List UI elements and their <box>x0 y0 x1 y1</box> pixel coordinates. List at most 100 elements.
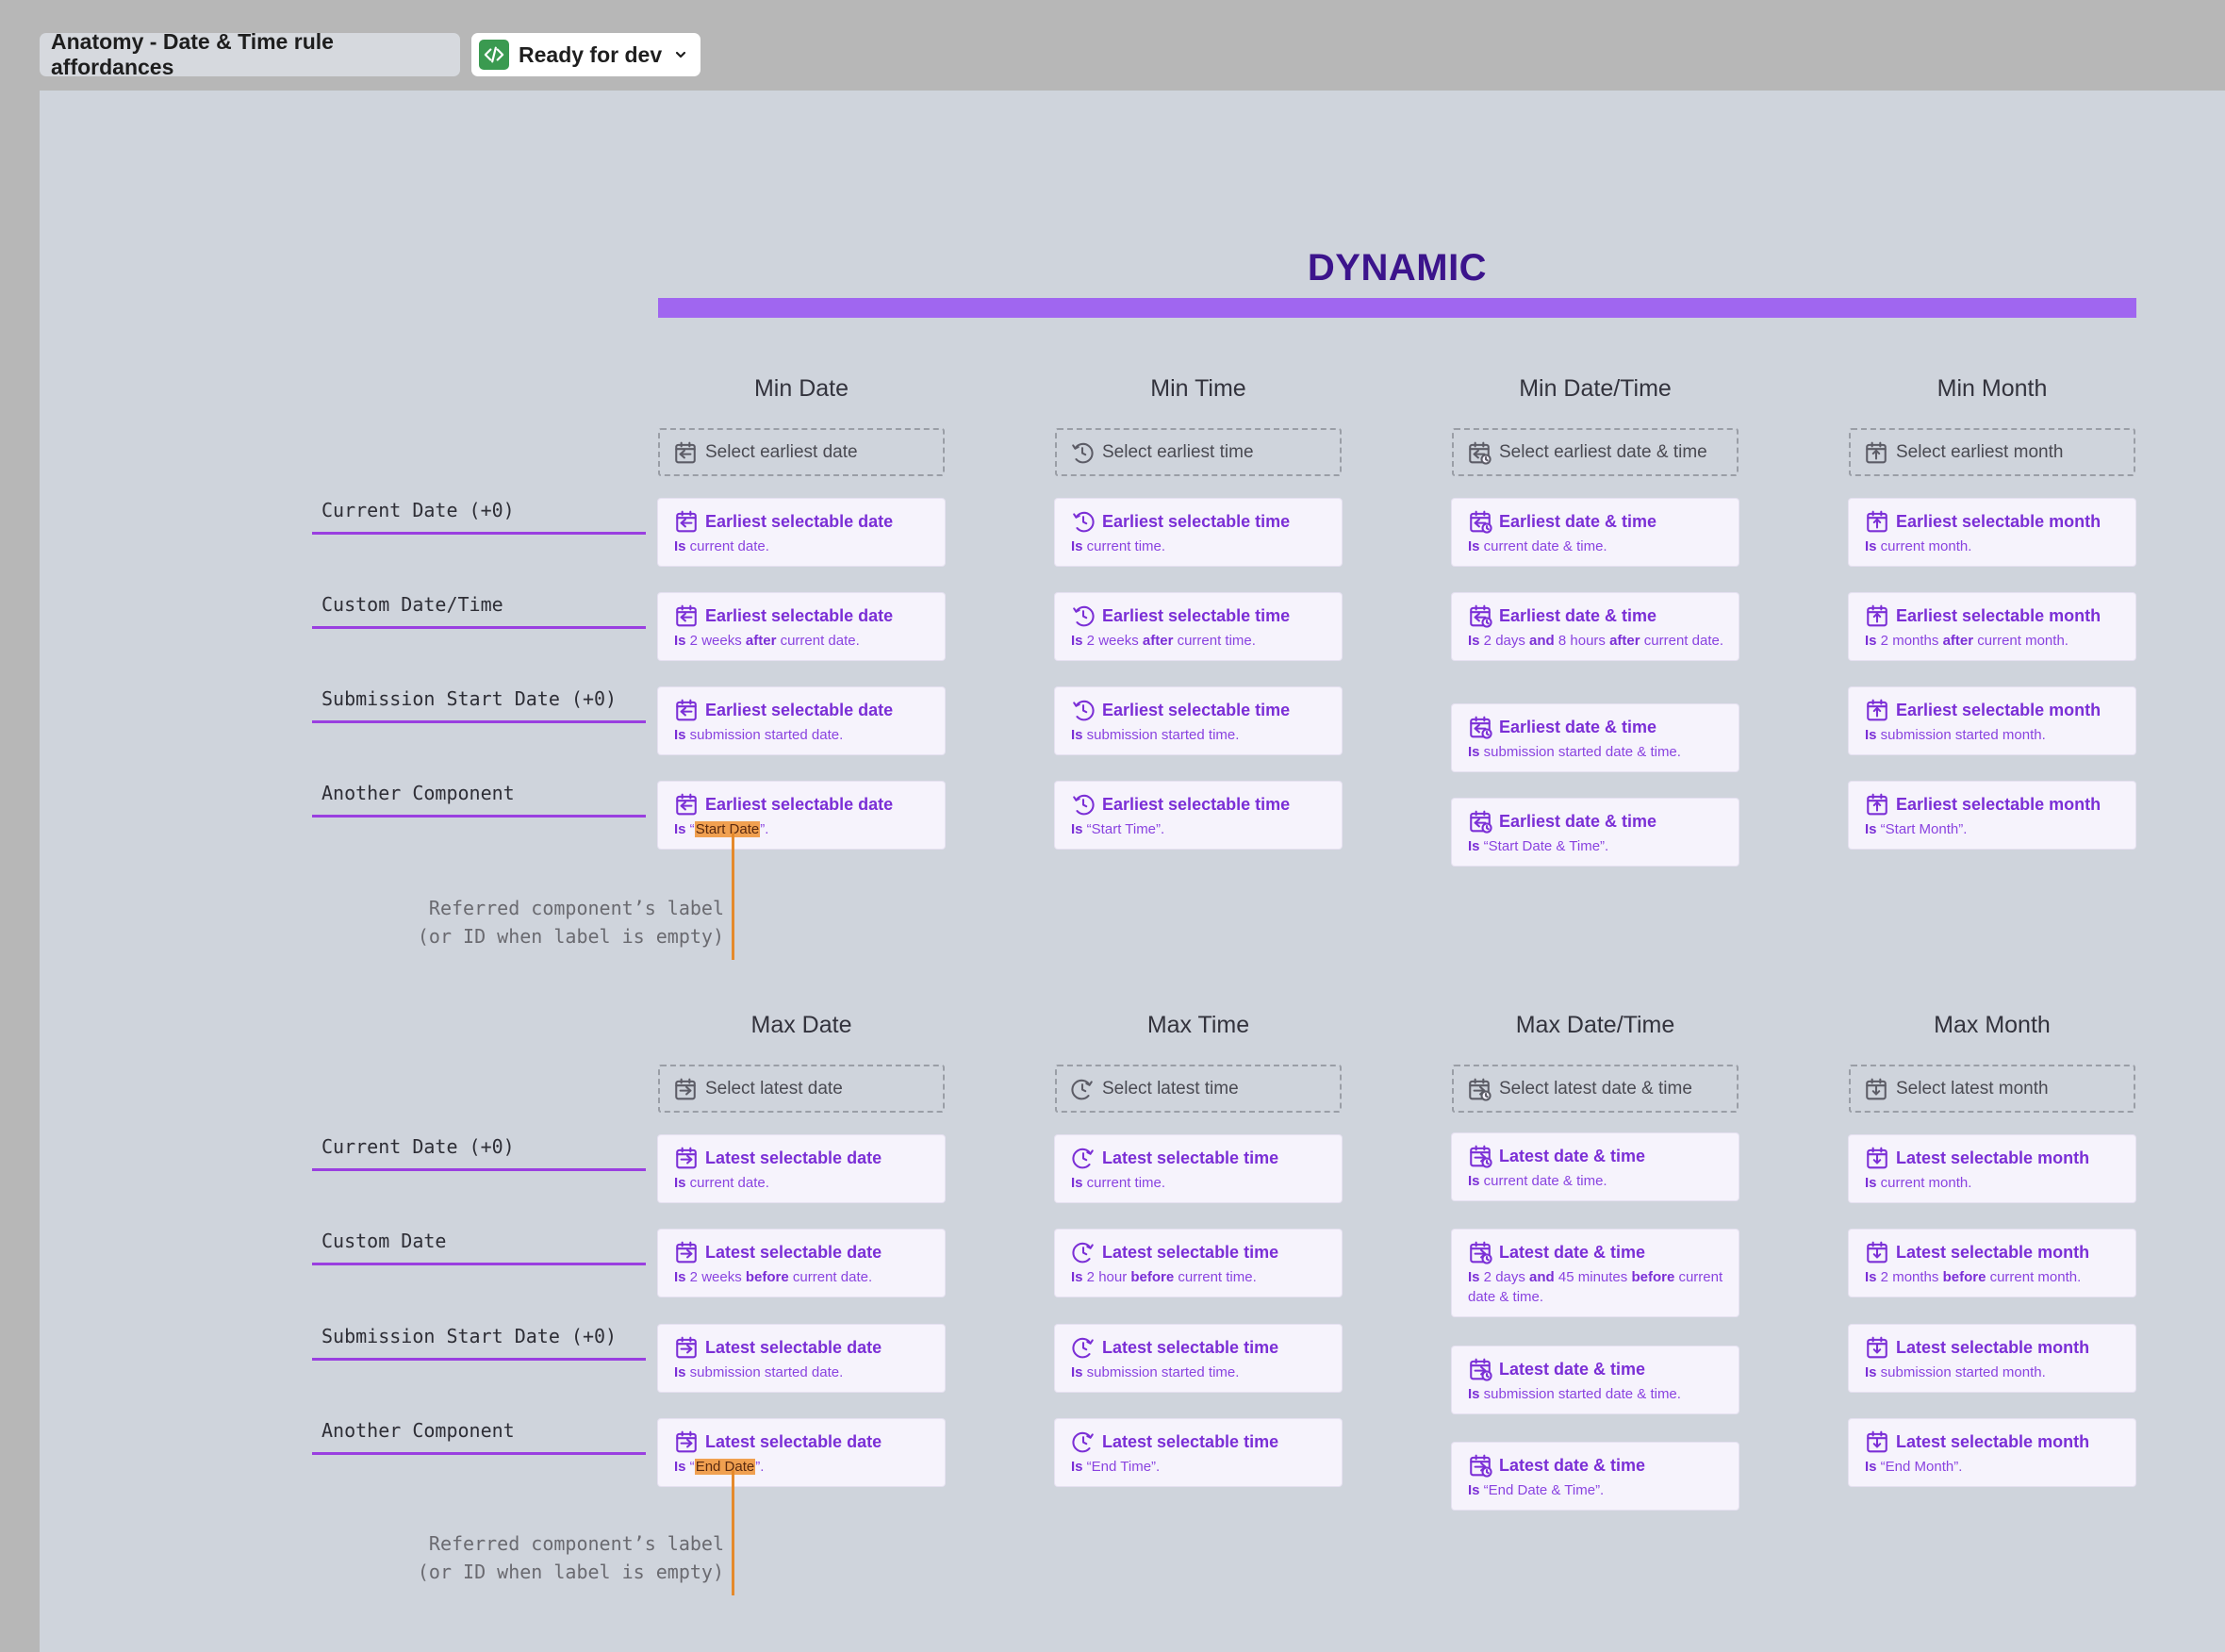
rule-card-header: Latest selectable date <box>674 1335 931 1360</box>
description-keyword: before <box>1942 1269 1986 1285</box>
is-keyword: Is <box>1071 1364 1083 1380</box>
rule-card[interactable]: Latest selectable time Is submission star… <box>1055 1325 1342 1392</box>
is-keyword: Is <box>1865 538 1877 554</box>
rule-card[interactable]: Earliest selectable month Is 2 months aft… <box>1849 593 2135 660</box>
is-keyword: Is <box>1071 1175 1083 1191</box>
is-keyword: Is <box>1468 633 1480 649</box>
rule-card[interactable]: Earliest selectable date Is current date. <box>658 499 945 566</box>
select-placeholder-slot[interactable]: Select earliest time <box>1055 428 1342 476</box>
calendar-max-icon <box>674 1429 705 1454</box>
referred-label-highlight: End Date <box>694 1459 756 1475</box>
rule-card-title: Earliest date & time <box>1499 512 1657 531</box>
rule-card[interactable]: Earliest selectable date Is “Start Date”. <box>658 782 945 849</box>
row-label-text: Custom Date/Time <box>321 593 503 616</box>
row-label-text: Another Component <box>321 782 515 804</box>
rule-card-description: Is 2 weeks after current time. <box>1071 631 1328 651</box>
rule-card-header: Latest date & time <box>1468 1453 1725 1478</box>
description-text: “Start Date & Time”. <box>1479 838 1609 854</box>
rule-card[interactable]: Latest selectable time Is 2 hour before c… <box>1055 1230 1342 1297</box>
rule-card-description: Is “Start Date”. <box>674 819 931 839</box>
description-text: current time. <box>1173 633 1256 649</box>
rule-card-title: Earliest selectable time <box>1102 512 1291 531</box>
rule-card[interactable]: Earliest selectable date Is 2 weeks after… <box>658 593 945 660</box>
frame-title-chip[interactable]: Anatomy - Date & Time rule affordances <box>40 29 460 79</box>
rule-card-header: Earliest selectable time <box>1071 509 1328 534</box>
rule-card[interactable]: Latest date & time Is 2 days and 45 minut… <box>1452 1230 1739 1316</box>
clock-min-icon <box>1071 509 1102 534</box>
calendar-min-icon <box>674 509 705 534</box>
description-keyword: after <box>1609 633 1640 649</box>
rule-card[interactable]: Earliest selectable month Is current mont… <box>1849 499 2135 566</box>
column-header: Max Month <box>1849 1012 2135 1039</box>
description-text: submission started date & time. <box>1479 744 1681 760</box>
code-icon <box>479 40 509 70</box>
column-header: Max Date <box>658 1012 945 1039</box>
rule-card[interactable]: Latest selectable month Is current month. <box>1849 1135 2135 1202</box>
rule-card-title: Earliest date & time <box>1499 718 1657 736</box>
rule-card[interactable]: Latest selectable month Is submission sta… <box>1849 1325 2135 1392</box>
rule-card-description: Is 2 days and 8 hours after current date… <box>1468 631 1725 651</box>
rule-card[interactable]: Latest selectable month Is “End Month”. <box>1849 1419 2135 1486</box>
is-keyword: Is <box>1865 821 1877 837</box>
rule-card-title: Earliest date & time <box>1499 812 1657 831</box>
rule-card[interactable]: Earliest selectable month Is submission s… <box>1849 687 2135 754</box>
rule-card-description: Is submission started date. <box>674 725 931 745</box>
rule-card[interactable]: Earliest selectable month Is “Start Month… <box>1849 782 2135 849</box>
rule-card[interactable]: Earliest date & time Is 2 days and 8 hour… <box>1452 593 1739 660</box>
select-placeholder-slot[interactable]: Select latest date <box>658 1065 945 1113</box>
rule-card[interactable]: Latest selectable date Is current date. <box>658 1135 945 1202</box>
description-text: 2 days <box>1479 1269 1530 1285</box>
rule-card-header: Earliest selectable time <box>1071 698 1328 722</box>
rule-card[interactable]: Earliest date & time Is submission starte… <box>1452 704 1739 771</box>
status-dropdown[interactable]: Ready for dev <box>471 33 700 76</box>
select-placeholder-slot[interactable]: Select earliest month <box>1849 428 2135 476</box>
rule-card[interactable]: Earliest selectable time Is 2 weeks after… <box>1055 593 1342 660</box>
rule-card[interactable]: Earliest selectable time Is “Start Time”. <box>1055 782 1342 849</box>
column-header-text: Max Month <box>1934 1012 2051 1038</box>
rule-card[interactable]: Latest selectable date Is “End Date”. <box>658 1419 945 1486</box>
rule-card[interactable]: Earliest date & time Is current date & ti… <box>1452 499 1739 566</box>
rule-card-header: Latest selectable time <box>1071 1146 1328 1170</box>
select-placeholder-slot[interactable]: Select latest time <box>1055 1065 1342 1113</box>
rule-card[interactable]: Latest date & time Is submission started … <box>1452 1346 1739 1413</box>
rule-card[interactable]: Latest date & time Is “End Date & Time”. <box>1452 1443 1739 1510</box>
referred-label-annotation: Referred component’s label (or ID when la… <box>347 1529 724 1586</box>
description-keyword: after <box>745 633 777 649</box>
description-text: current date. <box>788 1269 873 1285</box>
rule-card[interactable]: Earliest selectable date Is submission st… <box>658 687 945 754</box>
annotation-line: (or ID when label is empty) <box>417 925 724 948</box>
rule-card[interactable]: Earliest selectable time Is current time. <box>1055 499 1342 566</box>
calendar-clock-min-icon <box>1467 440 1499 465</box>
row-label-text: Current Date (+0) <box>321 1135 515 1158</box>
placeholder-text: Select latest month <box>1896 1078 2049 1099</box>
rule-card-description: Is submission started date & time. <box>1468 742 1725 762</box>
rule-card-description: Is “Start Date & Time”. <box>1468 836 1725 856</box>
rule-card-title: Earliest selectable month <box>1896 512 2101 531</box>
rule-card[interactable]: Latest date & time Is current date & time… <box>1452 1133 1739 1200</box>
description-text: current month. <box>1876 538 1972 554</box>
select-placeholder-slot[interactable]: Select earliest date & time <box>1452 428 1739 476</box>
calendar-clock-min-icon <box>1468 509 1499 534</box>
rule-card-title: Latest selectable date <box>705 1338 882 1357</box>
description-keyword: before <box>1130 1269 1175 1285</box>
description-text: current month. <box>1876 1175 1972 1191</box>
rule-card[interactable]: Latest selectable date Is 2 weeks before … <box>658 1230 945 1297</box>
rule-card[interactable]: Latest selectable month Is 2 months befor… <box>1849 1230 2135 1297</box>
placeholder-text: Select latest date & time <box>1499 1078 1692 1099</box>
calendar-month-max-icon <box>1865 1429 1896 1454</box>
rule-card-description: Is current time. <box>1071 1173 1328 1193</box>
rule-card[interactable]: Earliest selectable time Is submission st… <box>1055 687 1342 754</box>
rule-card-description: Is “End Date”. <box>674 1457 931 1477</box>
clock-max-icon <box>1071 1429 1102 1454</box>
select-placeholder-slot[interactable]: Select earliest date <box>658 428 945 476</box>
rule-card[interactable]: Earliest date & time Is “Start Date & Tim… <box>1452 799 1739 866</box>
select-placeholder-slot[interactable]: Select latest date & time <box>1452 1065 1739 1113</box>
column-header-text: Max Time <box>1146 1012 1250 1038</box>
rule-card[interactable]: Latest selectable time Is current time. <box>1055 1135 1342 1202</box>
rule-card[interactable]: Latest selectable date Is submission star… <box>658 1325 945 1392</box>
rule-card[interactable]: Latest selectable time Is “End Time”. <box>1055 1419 1342 1486</box>
select-placeholder-slot[interactable]: Select latest month <box>1849 1065 2135 1113</box>
rule-card-header: Latest selectable month <box>1865 1240 2122 1264</box>
rule-card-description: Is “End Month”. <box>1865 1457 2122 1477</box>
rule-card-title: Earliest selectable date <box>705 701 894 719</box>
